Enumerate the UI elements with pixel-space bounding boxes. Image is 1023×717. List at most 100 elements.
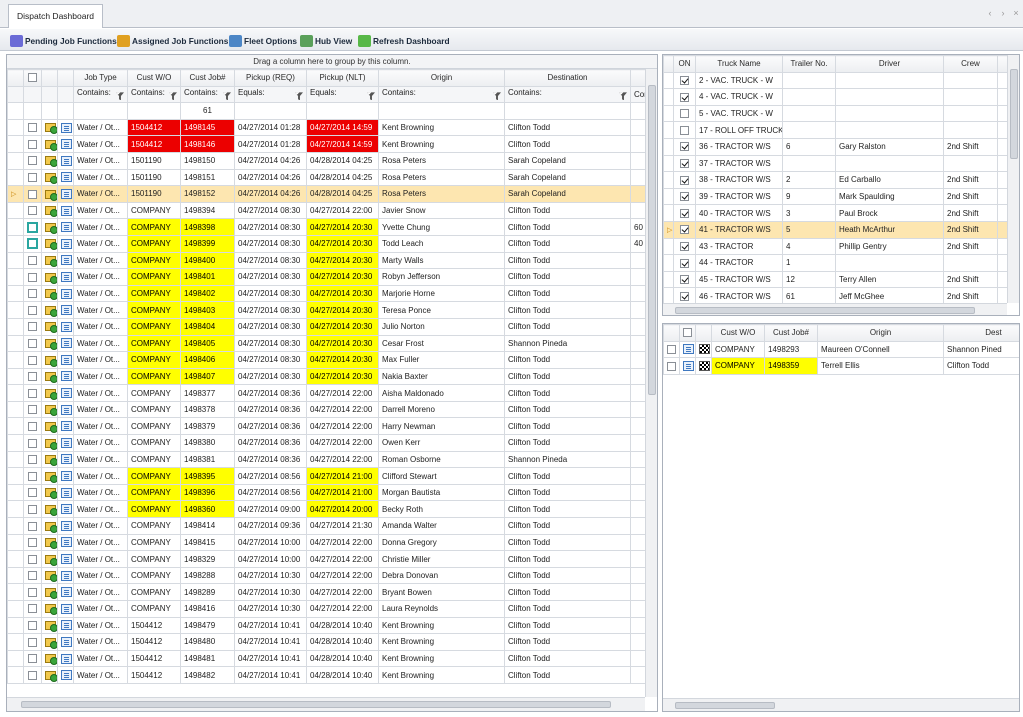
job-details-icon[interactable] <box>61 222 72 233</box>
truck-action-cell[interactable] <box>997 204 1007 222</box>
row-checkbox-cell[interactable] <box>23 566 42 585</box>
assign-truck-icon-cell[interactable] <box>41 566 58 585</box>
column-header[interactable]: Job Type <box>73 69 128 87</box>
job-row[interactable]: Water / Ot... COMPANY 1498398 04/27/2014 08… <box>7 218 645 236</box>
row-checkbox-cell[interactable] <box>23 616 42 635</box>
truck-row[interactable]: 43 - TRACTOR 4 Phillip Gentry 2nd Shift <box>663 237 1007 256</box>
row-checkbox-cell[interactable] <box>23 135 42 153</box>
filter-funnel-icon[interactable] <box>367 92 375 101</box>
assign-truck-icon-cell[interactable] <box>41 500 58 519</box>
truck-action-cell[interactable] <box>997 187 1007 206</box>
assign-truck-icon-cell[interactable] <box>41 517 58 535</box>
assign-truck-icon-cell[interactable] <box>41 168 58 187</box>
column-header[interactable]: Origin <box>378 69 505 87</box>
job-details-icon[interactable] <box>61 520 72 531</box>
row-checkbox[interactable] <box>28 670 37 680</box>
assigned-row-checkbox[interactable] <box>667 361 676 371</box>
truck-row[interactable]: 37 - TRACTOR W/S <box>663 154 1007 173</box>
assign-truck-icon[interactable] <box>45 554 57 566</box>
row-checkbox[interactable] <box>28 305 37 315</box>
job-details-icon[interactable] <box>61 454 72 465</box>
truck-action-cell[interactable] <box>997 220 1007 239</box>
column-header-extra[interactable] <box>630 69 645 87</box>
job-details-icon[interactable] <box>61 305 72 316</box>
job-row[interactable]: Water / Ot... COMPANY 1498288 04/27/2014 10… <box>7 566 645 585</box>
truck-on-cell[interactable] <box>673 270 696 289</box>
assign-truck-icon-cell[interactable] <box>41 351 58 369</box>
truck-on-cell[interactable] <box>673 121 696 139</box>
truck-action-cell[interactable] <box>997 287 1007 303</box>
row-checkbox-cell[interactable] <box>23 201 42 220</box>
assign-truck-icon-cell[interactable] <box>41 616 58 635</box>
filter-funnel-icon[interactable] <box>619 92 627 101</box>
row-checkbox-cell[interactable] <box>23 301 42 319</box>
fleet-horizontal-scroll-thumb[interactable] <box>675 307 975 314</box>
fleet-horizontal-scrollbar[interactable] <box>663 303 1007 315</box>
filter-funnel-icon[interactable] <box>169 92 177 101</box>
assign-truck-icon-cell[interactable] <box>41 467 58 485</box>
row-checkbox-cell[interactable] <box>23 467 42 485</box>
row-checkbox-cell[interactable] <box>23 666 42 684</box>
truck-action-cell[interactable] <box>997 71 1007 90</box>
truck-on-checkbox[interactable] <box>680 109 689 119</box>
truck-on-cell[interactable] <box>673 88 696 106</box>
assign-truck-icon[interactable] <box>45 621 57 633</box>
job-details-icon-cell[interactable] <box>57 517 74 535</box>
row-checkbox[interactable] <box>27 238 38 250</box>
job-row[interactable]: Water / Ot... COMPANY 1498399 04/27/2014 08… <box>7 234 645 253</box>
finish-flag-icon[interactable] <box>699 344 710 355</box>
truck-row[interactable]: 5 - VAC. TRUCK - W <box>663 104 1007 123</box>
column-header[interactable]: Cust W/O <box>127 69 181 87</box>
toolbar-button-fleet-options[interactable]: Fleet Options <box>229 33 297 48</box>
job-details-icon-cell[interactable] <box>57 351 74 369</box>
assigned-row-checkbox[interactable] <box>667 345 676 355</box>
truck-row[interactable]: 45 - TRACTOR W/S 12 Terry Allen 2nd Shift <box>663 270 1007 289</box>
row-checkbox[interactable] <box>28 571 37 581</box>
truck-on-checkbox[interactable] <box>680 159 689 169</box>
job-details-icon-cell[interactable] <box>57 268 74 286</box>
row-checkbox[interactable] <box>28 272 37 282</box>
row-checkbox[interactable] <box>28 587 37 597</box>
job-details-icon-cell[interactable] <box>57 185 74 203</box>
row-checkbox-cell[interactable] <box>23 533 42 552</box>
job-details-icon[interactable] <box>61 620 72 631</box>
row-checkbox[interactable] <box>28 355 37 365</box>
row-checkbox-cell[interactable] <box>23 649 42 668</box>
assigned-column-header[interactable]: Dest <box>943 324 1019 342</box>
truck-row[interactable]: 46 - TRACTOR W/S 61 Jeff McGhee 2nd Shift <box>663 287 1007 303</box>
truck-row[interactable]: 2 - VAC. TRUCK - W <box>663 71 1007 90</box>
job-details-icon[interactable] <box>61 537 72 548</box>
toolbar-button-hub-view[interactable]: Hub View <box>300 33 352 48</box>
job-details-icon-cell[interactable] <box>57 234 74 253</box>
assign-truck-icon[interactable] <box>45 206 57 218</box>
job-row[interactable]: Water / Ot... COMPANY 1498405 04/27/2014 08… <box>7 334 645 353</box>
assign-truck-icon[interactable] <box>45 670 57 682</box>
assign-truck-icon-cell[interactable] <box>41 135 58 153</box>
assign-truck-icon-cell[interactable] <box>41 334 58 353</box>
row-checkbox-cell[interactable] <box>23 317 42 336</box>
fleet-column-header[interactable]: Trailer No. <box>782 55 836 73</box>
job-row[interactable]: Water / Ot... COMPANY 1498402 04/27/2014 08… <box>7 284 645 303</box>
row-checkbox[interactable] <box>28 388 37 398</box>
row-checkbox-cell[interactable] <box>23 517 42 535</box>
truck-action-cell[interactable] <box>997 237 1007 256</box>
truck-action-cell[interactable] <box>997 254 1007 272</box>
row-checkbox[interactable] <box>28 338 37 348</box>
row-checkbox[interactable] <box>28 604 37 614</box>
assign-truck-icon-cell[interactable] <box>41 151 58 170</box>
assign-truck-icon[interactable] <box>45 637 57 649</box>
assign-truck-icon-cell[interactable] <box>41 251 58 270</box>
assign-truck-icon[interactable] <box>45 455 57 467</box>
job-details-icon-cell[interactable] <box>57 334 74 353</box>
truck-row[interactable]: 39 - TRACTOR W/S 9 Mark Spaulding 2nd Shift <box>663 187 1007 206</box>
filter-cell[interactable]: Contains: <box>127 85 181 104</box>
assign-truck-icon[interactable] <box>45 189 57 201</box>
prev-tab-icon[interactable]: ‹ <box>985 8 995 18</box>
job-details-icon[interactable] <box>61 255 72 266</box>
job-details-icon[interactable] <box>61 504 72 515</box>
job-details-icon-cell[interactable] <box>57 616 74 635</box>
assigned-row-checkbox-cell[interactable] <box>663 340 680 359</box>
assign-truck-icon[interactable] <box>45 305 57 317</box>
row-checkbox[interactable] <box>28 554 37 564</box>
assigned-job-row[interactable]: COMPANY 1498359 Terrell Ellis Clifton Todd <box>663 357 1019 375</box>
